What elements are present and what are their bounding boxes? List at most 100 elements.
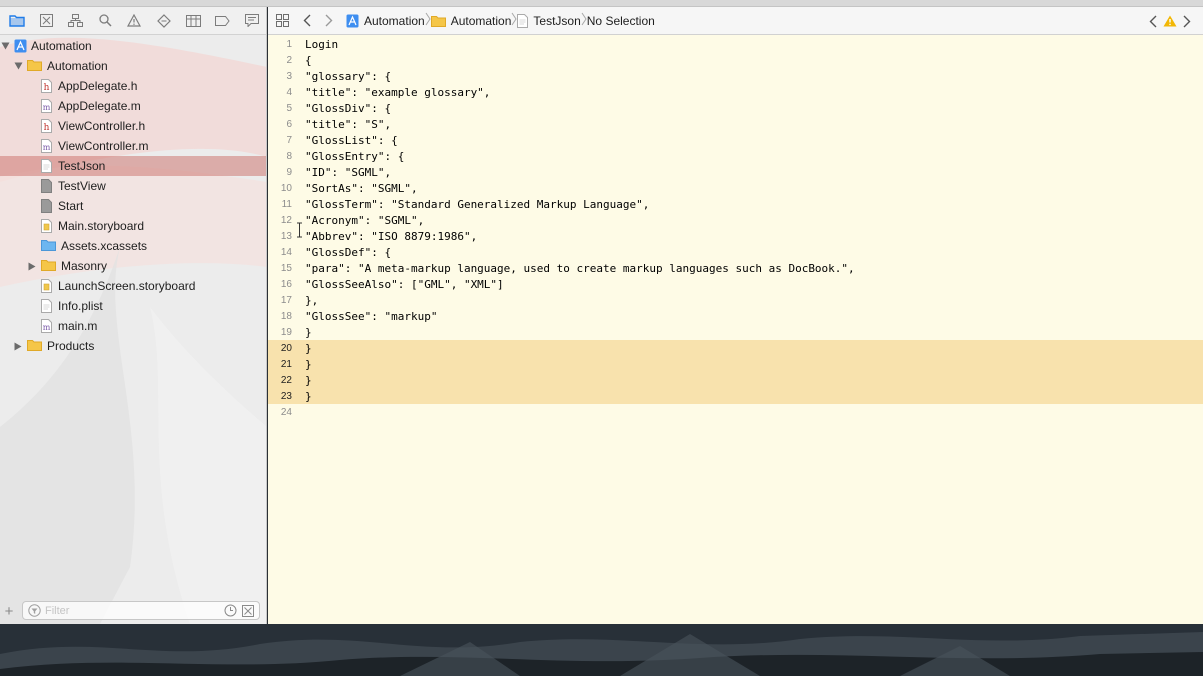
code-text: "Abbrev": "ISO 8879:1986", [305,229,478,243]
navigator-item[interactable]: Main.storyboard [0,216,266,236]
source-editor: Automation Automation TestJson No Selection… [268,7,1203,624]
previous-issue-icon[interactable] [1145,7,1161,35]
debug-icon[interactable] [179,7,208,35]
navigator-item[interactable]: Products [0,336,266,356]
code-line[interactable]: 12 "Acronym": "SGML", [268,212,1203,228]
test-diamond-icon[interactable] [149,7,178,35]
navigator-item[interactable]: m main.m [0,316,266,336]
code-text: } [305,373,312,387]
code-line[interactable]: 5 "GlossDiv": { [268,100,1203,116]
svg-text:h: h [44,123,50,133]
navigator-filter-bar: + [0,599,266,624]
issue-warning-icon[interactable] [120,7,149,35]
code-line-highlighted[interactable]: 23} [268,388,1203,404]
code-text: "ID": "SGML", [305,165,392,179]
breadcrumb-label: No Selection [586,13,655,28]
storyboard-icon [41,219,53,233]
source-control-icon[interactable] [31,7,60,35]
line-number: 6 [286,118,292,130]
code-text: "SortAs": "SGML", [305,181,418,195]
breadcrumb-item[interactable]: Automation [430,13,512,28]
back-arrow-icon[interactable] [296,7,318,35]
code-line[interactable]: 13 "Abbrev": "ISO 8879:1986", [268,228,1203,244]
navigator-item[interactable]: TestJson [0,156,266,176]
navigator-item[interactable]: Start [0,196,266,216]
code-line[interactable]: 15 "para": "A meta-markup language, used … [268,260,1203,276]
breadcrumb-label: Automation [450,13,512,28]
code-line[interactable]: 11 "GlossTerm": "Standard Generalized Mar… [268,196,1203,212]
code-line[interactable]: 2{ [268,52,1203,68]
line-number: 21 [280,358,292,370]
file-icon [41,179,53,193]
code-line[interactable]: 24 [268,404,1203,420]
code-line[interactable]: 14 "GlossDef": { [268,244,1203,260]
navigator-item[interactable]: Info.plist [0,296,266,316]
code-line[interactable]: 19} [268,324,1203,340]
navigator-item[interactable]: Masonry [0,256,266,276]
code-line[interactable]: 1 Login [268,36,1203,52]
code-text: "Acronym": "SGML", [305,213,425,227]
code-line[interactable]: 6 "title": "S", [268,116,1203,132]
breadcrumb-item[interactable]: Automation [346,14,425,28]
line-number: 11 [281,198,292,210]
disclosure-open-icon[interactable] [13,61,23,71]
breadcrumb-item[interactable]: No Selection [587,14,655,28]
navigator-item[interactable]: m ViewController.m [0,136,266,156]
code-line[interactable]: 16 "GlossSeeAlso": ["GML", "XML"] [268,276,1203,292]
filter-icon [28,604,41,617]
source-control-filter-icon[interactable] [242,605,254,617]
filter-field [22,601,260,620]
code-line[interactable]: 10 "SortAs": "SGML", [268,180,1203,196]
code-area[interactable]: 1 Login 2{3 "glossary": {4 "title": "example… [268,36,1203,420]
navigator-item-label: TestView [58,179,106,193]
add-file-button[interactable]: + [0,604,18,619]
code-text: "para": "A meta-markup language, used to… [305,261,855,275]
breadcrumb-item[interactable]: TestJson [517,13,581,28]
jump-bar: Automation Automation TestJson No Selection [268,7,1203,35]
warning-icon[interactable] [1161,7,1179,35]
code-line[interactable]: 17}, [268,292,1203,308]
file-tree: Automation Automation h AppDelegate.h m AppDe… [0,36,266,356]
navigator-item[interactable]: Automation [0,56,266,76]
navigator-item[interactable]: TestView [0,176,266,196]
code-line[interactable]: 8 "GlossEntry": { [268,148,1203,164]
navigator-item[interactable]: m AppDelegate.m [0,96,266,116]
header-file-icon: h [41,79,53,93]
project-navigator: Automation Automation h AppDelegate.h m AppDe… [0,7,267,624]
symbol-navigator-icon[interactable] [61,7,90,35]
navigator-item-label: main.m [58,319,98,333]
code-line[interactable]: 3 "glossary": { [268,68,1203,84]
navigator-item[interactable]: Assets.xcassets [0,236,266,256]
navigator-item-label: Info.plist [58,299,103,313]
filter-input[interactable] [45,604,225,617]
code-line-highlighted[interactable]: 21} [268,356,1203,372]
code-line-highlighted[interactable]: 20} [268,340,1203,356]
code-line[interactable]: 4 "title": "example glossary", [268,84,1203,100]
disclosure-open-icon[interactable] [0,41,10,51]
code-text: }, [305,293,319,307]
document-icon [517,13,529,28]
project-navigator-icon[interactable] [2,7,31,35]
code-line[interactable]: 18 "GlossSee": "markup" [268,308,1203,324]
line-number: 10 [280,182,292,194]
code-line[interactable]: 7 "GlossList": { [268,132,1203,148]
report-icon[interactable] [238,7,267,35]
forward-arrow-icon[interactable] [318,7,340,35]
navigator-item-label: LaunchScreen.storyboard [58,279,196,293]
code-text: Login [305,37,339,51]
breadcrumb-label: TestJson [533,13,581,28]
disclosure-closed-icon[interactable] [27,261,37,271]
next-issue-icon[interactable] [1179,7,1195,35]
line-number: 12 [280,214,292,226]
recent-files-icon[interactable] [224,604,237,617]
code-line[interactable]: 9 "ID": "SGML", [268,164,1203,180]
navigator-item[interactable]: h AppDelegate.h [0,76,266,96]
breakpoint-icon[interactable] [208,7,237,35]
navigator-item[interactable]: Automation [0,36,266,56]
navigator-item[interactable]: LaunchScreen.storyboard [0,276,266,296]
disclosure-closed-icon[interactable] [13,341,23,351]
related-items-icon[interactable] [268,7,296,35]
find-icon[interactable] [90,7,119,35]
code-line-highlighted[interactable]: 22} [268,372,1203,388]
navigator-item[interactable]: h ViewController.h [0,116,266,136]
